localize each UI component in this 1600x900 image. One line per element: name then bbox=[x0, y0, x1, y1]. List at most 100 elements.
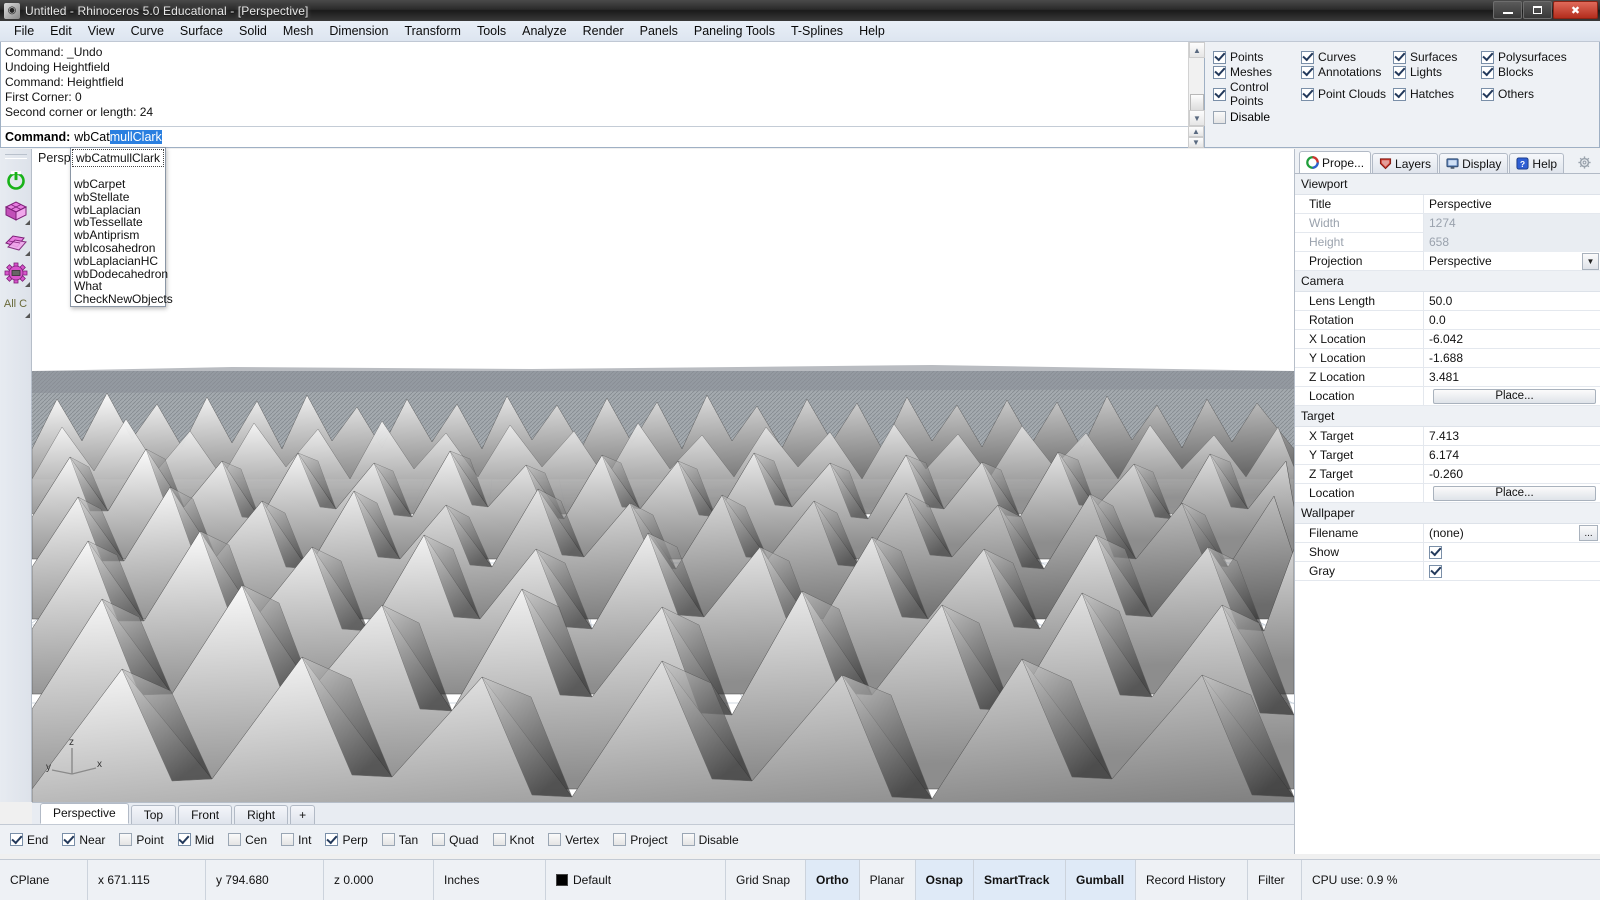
status-inches[interactable]: Inches bbox=[434, 860, 546, 900]
chevron-down-icon[interactable]: ▼ bbox=[1582, 252, 1599, 270]
status-cplane[interactable]: CPlane bbox=[0, 860, 88, 900]
menu-item-view[interactable]: View bbox=[80, 22, 123, 40]
checkbox-icon[interactable] bbox=[681, 833, 695, 846]
checkbox-icon[interactable] bbox=[1429, 564, 1442, 578]
status-smarttrack[interactable]: SmartTrack bbox=[974, 860, 1067, 900]
osnap-disable[interactable]: Disable bbox=[681, 833, 739, 847]
checkbox-icon[interactable] bbox=[1429, 545, 1442, 559]
toolbar-grip[interactable] bbox=[4, 154, 27, 159]
checkbox-icon[interactable] bbox=[62, 833, 76, 846]
autocomplete-item[interactable]: wbCarpet bbox=[71, 178, 165, 191]
checkbox-icon[interactable] bbox=[1301, 65, 1314, 79]
checkbox-icon[interactable] bbox=[177, 833, 191, 846]
autocomplete-item[interactable]: wbStellate bbox=[71, 190, 165, 204]
osnap-quad[interactable]: Quad bbox=[432, 833, 479, 847]
osnap-mid[interactable]: Mid bbox=[177, 833, 214, 847]
power-standard-icon[interactable] bbox=[1, 165, 31, 195]
checkbox-icon[interactable] bbox=[1213, 50, 1226, 64]
filter-polysurfaces[interactable]: Polysurfaces bbox=[1481, 50, 1591, 64]
property-value[interactable]: 1274 bbox=[1423, 213, 1600, 233]
filter-meshes[interactable]: Meshes bbox=[1213, 65, 1301, 79]
viewport-tab-top[interactable]: Top bbox=[130, 805, 177, 824]
osnap-project[interactable]: Project bbox=[613, 833, 668, 847]
checkbox-icon[interactable] bbox=[1213, 65, 1226, 79]
panel-tab-layers[interactable]: Layers bbox=[1372, 153, 1439, 173]
command-spinner[interactable]: ▲ ▼ bbox=[1188, 126, 1204, 148]
menu-item-analyze[interactable]: Analyze bbox=[514, 22, 574, 40]
osnap-end[interactable]: End bbox=[10, 833, 48, 847]
filter-hatches[interactable]: Hatches bbox=[1393, 80, 1481, 108]
all-controls-icon[interactable]: All C bbox=[1, 289, 31, 319]
checkbox-icon[interactable] bbox=[1481, 65, 1494, 79]
menu-item-panels[interactable]: Panels bbox=[632, 22, 686, 40]
filter-others[interactable]: Others bbox=[1481, 80, 1591, 108]
osnap-cen[interactable]: Cen bbox=[228, 833, 267, 847]
scroll-up-arrow-icon[interactable]: ▲ bbox=[1189, 42, 1205, 58]
status-osnap[interactable]: Osnap bbox=[915, 860, 975, 900]
osnap-point[interactable]: Point bbox=[119, 833, 164, 847]
checkbox-icon[interactable] bbox=[1481, 50, 1494, 64]
panel-tab-prope[interactable]: Prope... bbox=[1299, 151, 1372, 173]
checkbox-icon[interactable] bbox=[492, 833, 506, 846]
spin-up-arrow-icon[interactable]: ▲ bbox=[1188, 126, 1204, 137]
status-planar[interactable]: Planar bbox=[860, 860, 916, 900]
scroll-down-arrow-icon[interactable]: ▼ bbox=[1189, 110, 1205, 126]
checkbox-icon[interactable] bbox=[1213, 87, 1226, 101]
menu-item-dimension[interactable]: Dimension bbox=[321, 22, 396, 40]
filter-point-clouds[interactable]: Point Clouds bbox=[1301, 80, 1393, 108]
panel-tab-display[interactable]: Display bbox=[1439, 153, 1509, 173]
osnap-knot[interactable]: Knot bbox=[492, 833, 534, 847]
osnap-perp[interactable]: Perp bbox=[325, 833, 368, 847]
place-button[interactable]: Place... bbox=[1433, 388, 1596, 404]
filter-control-points[interactable]: Control Points bbox=[1213, 80, 1301, 108]
menu-item-paneling-tools[interactable]: Paneling Tools bbox=[686, 22, 783, 40]
status-gumball[interactable]: Gumball bbox=[1066, 860, 1137, 900]
menu-item-curve[interactable]: Curve bbox=[123, 22, 172, 40]
status-filter[interactable]: Filter bbox=[1248, 860, 1303, 900]
viewport-tab-perspective[interactable]: Perspective bbox=[40, 803, 129, 824]
checkbox-icon[interactable] bbox=[10, 833, 23, 846]
menu-item-render[interactable]: Render bbox=[575, 22, 632, 40]
property-value[interactable]: Perspective bbox=[1423, 194, 1600, 214]
checkbox-icon[interactable] bbox=[281, 833, 295, 846]
menu-item-t-splines[interactable]: T-Splines bbox=[783, 22, 851, 40]
osnap-int[interactable]: Int bbox=[281, 833, 311, 847]
filter-curves[interactable]: Curves bbox=[1301, 50, 1393, 64]
command-line[interactable]: Command: wbCat mullClark bbox=[1, 126, 1188, 147]
property-value[interactable]: 50.0 bbox=[1423, 291, 1600, 311]
viewport-label[interactable]: Persp bbox=[38, 151, 71, 165]
menu-item-surface[interactable]: Surface bbox=[172, 22, 231, 40]
checkbox-icon[interactable] bbox=[381, 833, 395, 846]
filter-annotations[interactable]: Annotations bbox=[1301, 65, 1393, 79]
checkbox-icon[interactable] bbox=[432, 833, 446, 846]
viewport-tab-front[interactable]: Front bbox=[178, 805, 233, 824]
status-ortho[interactable]: Ortho bbox=[806, 860, 860, 900]
autocomplete-item[interactable]: wbLaplacianHC bbox=[71, 254, 165, 268]
checkbox-icon[interactable] bbox=[548, 833, 562, 846]
filter-surfaces[interactable]: Surfaces bbox=[1393, 50, 1481, 64]
panel-options-gear-icon[interactable] bbox=[1577, 155, 1592, 170]
command-history-scrollbar[interactable]: ▲ ▼ ▲ ▼ bbox=[1188, 42, 1205, 148]
checkbox-icon[interactable] bbox=[228, 833, 242, 846]
menu-item-tools[interactable]: Tools bbox=[469, 22, 514, 40]
surface-patch-icon[interactable] bbox=[1, 227, 31, 257]
viewport-tab-right[interactable]: Right bbox=[234, 805, 289, 824]
checkbox-icon[interactable] bbox=[1393, 87, 1406, 101]
property-value[interactable]: -6.042 bbox=[1423, 329, 1600, 349]
property-value[interactable]: 658 bbox=[1423, 232, 1600, 252]
property-value[interactable]: -0.260 bbox=[1423, 464, 1600, 484]
status-default[interactable]: Default bbox=[546, 860, 726, 900]
osnap-tan[interactable]: Tan bbox=[381, 833, 418, 847]
autocomplete-item[interactable]: CheckNewObjects bbox=[71, 293, 173, 306]
osnap-vertex[interactable]: Vertex bbox=[548, 833, 599, 847]
gear-solid-icon[interactable] bbox=[1, 258, 31, 288]
checkbox-icon[interactable] bbox=[325, 833, 339, 846]
close-button[interactable]: ✖ bbox=[1553, 1, 1598, 19]
property-value[interactable]: 3.481 bbox=[1423, 367, 1600, 387]
filter-lights[interactable]: Lights bbox=[1393, 65, 1481, 79]
autocomplete-highlighted-item[interactable]: wbCatmullClark bbox=[72, 149, 164, 167]
property-value[interactable]: -1.688 bbox=[1423, 348, 1600, 368]
status-grid-snap[interactable]: Grid Snap bbox=[726, 860, 806, 900]
command-autocomplete-dropdown[interactable]: wbCatmullClark wbCarpet wbStellate wbLapla… bbox=[70, 147, 173, 307]
filter-disable-checkbox[interactable] bbox=[1213, 110, 1226, 124]
